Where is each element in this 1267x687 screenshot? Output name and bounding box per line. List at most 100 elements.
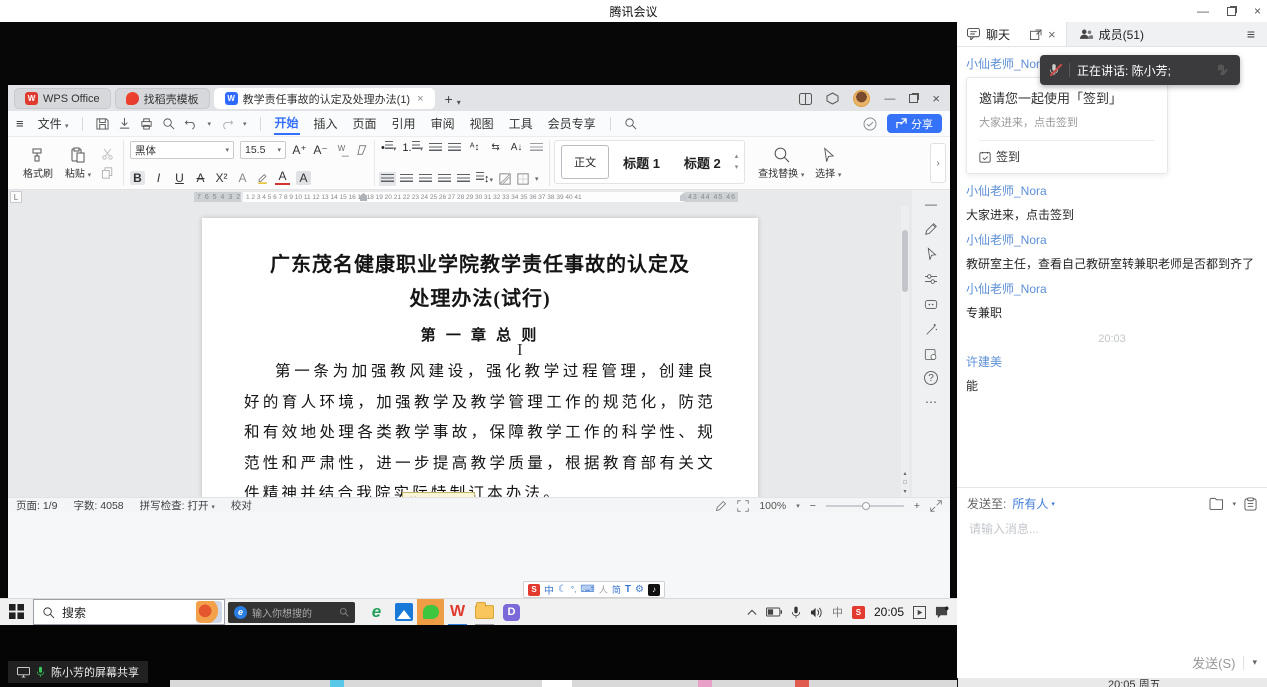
dingtalk-app-icon[interactable]: D <box>498 599 525 626</box>
chat-menu-icon[interactable]: ≡ <box>1235 22 1267 46</box>
menu-member[interactable]: 会员专享 <box>547 113 597 134</box>
strikethrough-button[interactable]: A <box>193 171 208 185</box>
undo-icon[interactable] <box>184 117 198 130</box>
browser-app-icon[interactable]: e <box>363 599 390 626</box>
web-search-widget[interactable]: e 输入你想搜的 <box>228 602 355 623</box>
document-tab-active[interactable]: W 教学责任事故的认定及处理办法(1) × <box>214 88 435 109</box>
align-left-icon[interactable] <box>381 174 394 184</box>
simplified-icon[interactable]: 简 <box>612 583 621 596</box>
format-painter-button[interactable]: 格式刷 <box>18 147 58 180</box>
message-sender[interactable]: 许建美 <box>966 353 1258 370</box>
assistant-icon[interactable] <box>923 296 939 312</box>
spellcheck-status[interactable]: 拼写检查: 打开 ▾ <box>140 498 215 513</box>
douyin-icon[interactable]: ♪ <box>648 584 660 596</box>
font-color-button[interactable]: A <box>275 170 290 185</box>
keyboard-icon[interactable]: ⌨ <box>580 584 594 595</box>
minimize-icon[interactable]: — <box>1197 5 1209 17</box>
sort-button[interactable]: A↓ <box>509 142 524 153</box>
chinese-mode-icon[interactable]: 中 <box>544 582 554 597</box>
wps-restore-icon[interactable] <box>909 94 918 103</box>
clock[interactable]: 20:05 <box>874 605 904 619</box>
style-heading1[interactable]: 标题 1 <box>613 149 670 176</box>
menu-home[interactable]: 开始 <box>274 112 300 135</box>
fullscreen-icon[interactable] <box>930 500 942 512</box>
input-method-indicator[interactable]: 中 <box>832 604 843 620</box>
workspace-icon[interactable] <box>826 92 839 105</box>
paste-button[interactable]: 粘贴 ▾ <box>58 147 98 180</box>
file-chevron-icon[interactable]: ▾ <box>1232 500 1236 508</box>
copy-icon[interactable] <box>101 167 114 179</box>
signin-card[interactable]: 邀请您一起使用「签到」 大家进来，点击签到 签到 <box>966 77 1168 174</box>
message-input[interactable] <box>967 518 1257 653</box>
battery-icon[interactable] <box>766 607 782 617</box>
chat-close-icon[interactable]: × <box>1048 27 1056 42</box>
text-effect-button[interactable]: ᵂ̲ <box>334 143 349 157</box>
save-icon[interactable] <box>96 117 109 130</box>
menu-insert[interactable]: 插入 <box>313 113 339 134</box>
tray-expand-icon[interactable] <box>747 608 757 616</box>
wechat-app-icon[interactable] <box>417 599 444 626</box>
char-shading-button[interactable]: A <box>296 171 311 185</box>
user-avatar[interactable] <box>853 90 870 107</box>
select-button[interactable]: 选择 ▾ <box>807 147 849 180</box>
highlight-icon[interactable] <box>256 172 269 184</box>
menu-file[interactable]: 文件 ▾ <box>37 113 70 134</box>
navigation-pane-icon[interactable] <box>923 346 939 362</box>
styles-scroll[interactable]: ▴ ▾ <box>735 153 739 171</box>
skin-icon[interactable]: T <box>625 584 631 595</box>
tools-wand-icon[interactable] <box>923 321 939 337</box>
menu-tools[interactable]: 工具 <box>508 113 534 134</box>
print-preview-icon[interactable] <box>162 117 175 130</box>
taskbar-search-box[interactable]: 搜索 <box>33 599 225 625</box>
send-options-chevron-icon[interactable]: ▾ <box>1252 657 1257 668</box>
distribute-icon[interactable] <box>457 174 470 184</box>
output-icon[interactable] <box>118 117 131 130</box>
nav-object-icon[interactable]: □ <box>903 480 907 486</box>
photos-app-icon[interactable] <box>390 599 417 626</box>
increase-font-button[interactable]: A⁺ <box>292 143 307 157</box>
vertical-scrollbar[interactable] <box>901 206 909 497</box>
proofread-button[interactable]: 校对 <box>231 498 252 513</box>
page-nav-buttons[interactable]: ▴ □ ▾ <box>901 471 909 495</box>
split-view-icon[interactable] <box>799 93 812 105</box>
select-tool-icon[interactable] <box>923 246 939 262</box>
bold-button[interactable]: B <box>130 171 145 185</box>
mic-icon[interactable] <box>791 606 801 619</box>
font-effects-button[interactable]: A <box>235 171 250 185</box>
styles-down-icon[interactable]: ▾ <box>735 164 739 171</box>
sogou-logo-icon[interactable]: S <box>528 584 540 596</box>
wps-minimize-icon[interactable]: — <box>884 93 895 105</box>
superscript-button[interactable]: X² <box>214 171 229 185</box>
cut-icon[interactable] <box>101 148 114 160</box>
message-sender[interactable]: 小仙老师_Nora <box>966 182 1258 199</box>
style-normal[interactable]: 正文 <box>561 145 609 179</box>
punctuation-icon[interactable]: °, <box>571 585 576 594</box>
menu-review[interactable]: 审阅 <box>430 113 456 134</box>
adjust-sliders-icon[interactable] <box>923 271 939 287</box>
popout-icon[interactable] <box>1030 29 1042 40</box>
find-replace-button[interactable]: 查找替换 ▾ <box>755 146 807 180</box>
borders-icon[interactable] <box>517 173 529 185</box>
announcement-icon[interactable] <box>1244 497 1257 511</box>
wps-app-icon[interactable]: W <box>444 599 471 626</box>
increase-indent-icon[interactable] <box>448 143 461 153</box>
help-icon[interactable]: ? <box>924 371 938 385</box>
align-right-icon[interactable] <box>419 174 432 184</box>
notification-icon[interactable] <box>935 606 949 619</box>
global-menu-icon[interactable]: ≡ <box>16 116 24 131</box>
next-page-icon[interactable]: ▾ <box>903 489 906 495</box>
media-panel-icon[interactable] <box>913 606 926 619</box>
signin-button[interactable]: 签到 <box>979 148 1155 165</box>
print-icon[interactable] <box>140 117 153 130</box>
sync-status-icon[interactable] <box>863 117 877 131</box>
night-mode-icon[interactable]: ☾ <box>558 584 567 595</box>
decrease-font-button[interactable]: A⁻ <box>313 143 328 157</box>
search-icon[interactable] <box>624 117 637 130</box>
line-spacing-button[interactable]: ↕▾ <box>476 172 493 185</box>
restore-icon[interactable] <box>1227 7 1236 16</box>
font-size-select[interactable]: 15.5▾ <box>240 141 286 159</box>
numbering-button[interactable]: 1.▾ <box>402 141 423 154</box>
undo-chevron-icon[interactable]: ▾ <box>207 120 211 128</box>
tab-list-chevron-icon[interactable]: ▾ <box>457 98 461 107</box>
para-shading-icon[interactable] <box>499 173 511 185</box>
